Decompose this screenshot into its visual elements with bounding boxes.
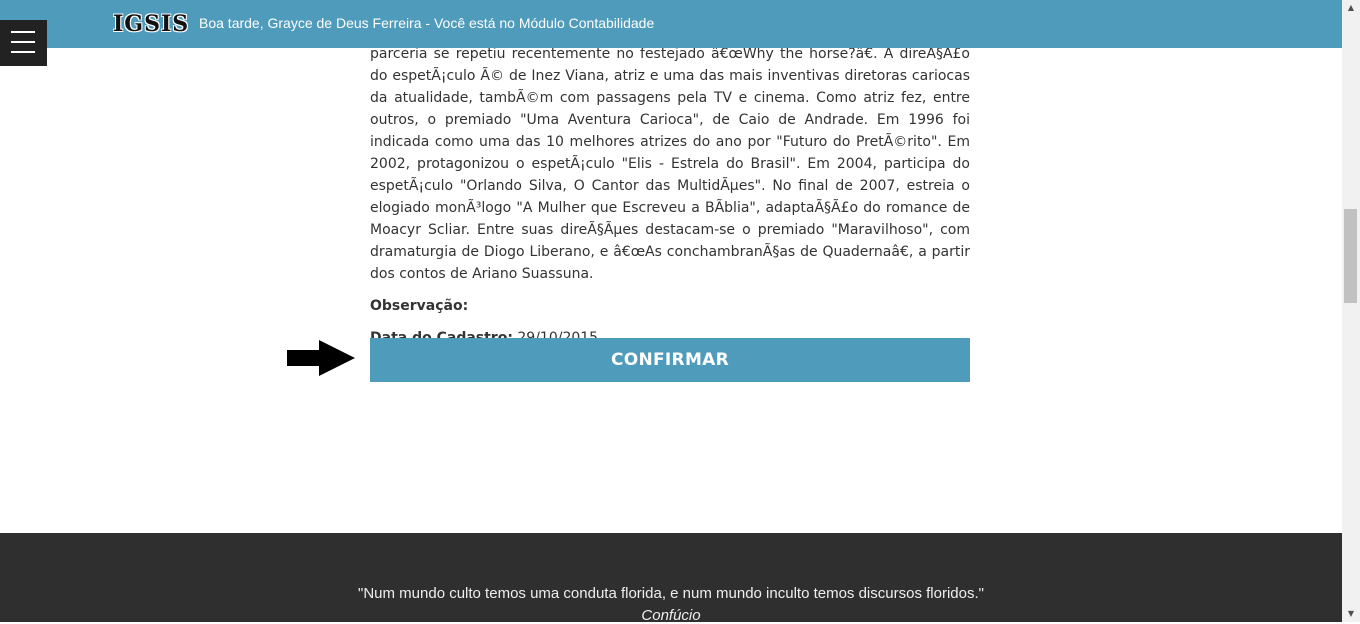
vertical-scrollbar[interactable]: ▲ ▼ [1342, 0, 1360, 622]
arrow-right-icon [285, 338, 357, 382]
footer-quote: "Num mundo culto temos uma conduta flori… [358, 585, 984, 602]
scroll-up-icon[interactable]: ▲ [1342, 0, 1360, 16]
footer: "Num mundo culto temos uma conduta flori… [0, 533, 1342, 624]
scrollbar-thumb[interactable] [1344, 209, 1357, 303]
app-logo[interactable]: IGSIS [113, 11, 189, 37]
confirm-button[interactable]: CONFIRMAR [370, 338, 970, 382]
observacao-label: Observação: [370, 298, 469, 314]
scroll-down-icon[interactable]: ▼ [1342, 606, 1360, 622]
footer-quote-author: Confúcio [641, 607, 701, 624]
hamburger-menu-icon[interactable] [0, 20, 47, 66]
header-bar: IGSIS Boa tarde, Grayce de Deus Ferreira… [0, 0, 1342, 48]
greeting-text: Boa tarde, Grayce de Deus Ferreira - Voc… [199, 15, 655, 31]
bio-text: parceria se repetiu recentemente no fest… [370, 46, 970, 282]
event-details: parceria se repetiu recentemente no fest… [370, 43, 970, 349]
observacao-field: Observação: [370, 295, 970, 317]
